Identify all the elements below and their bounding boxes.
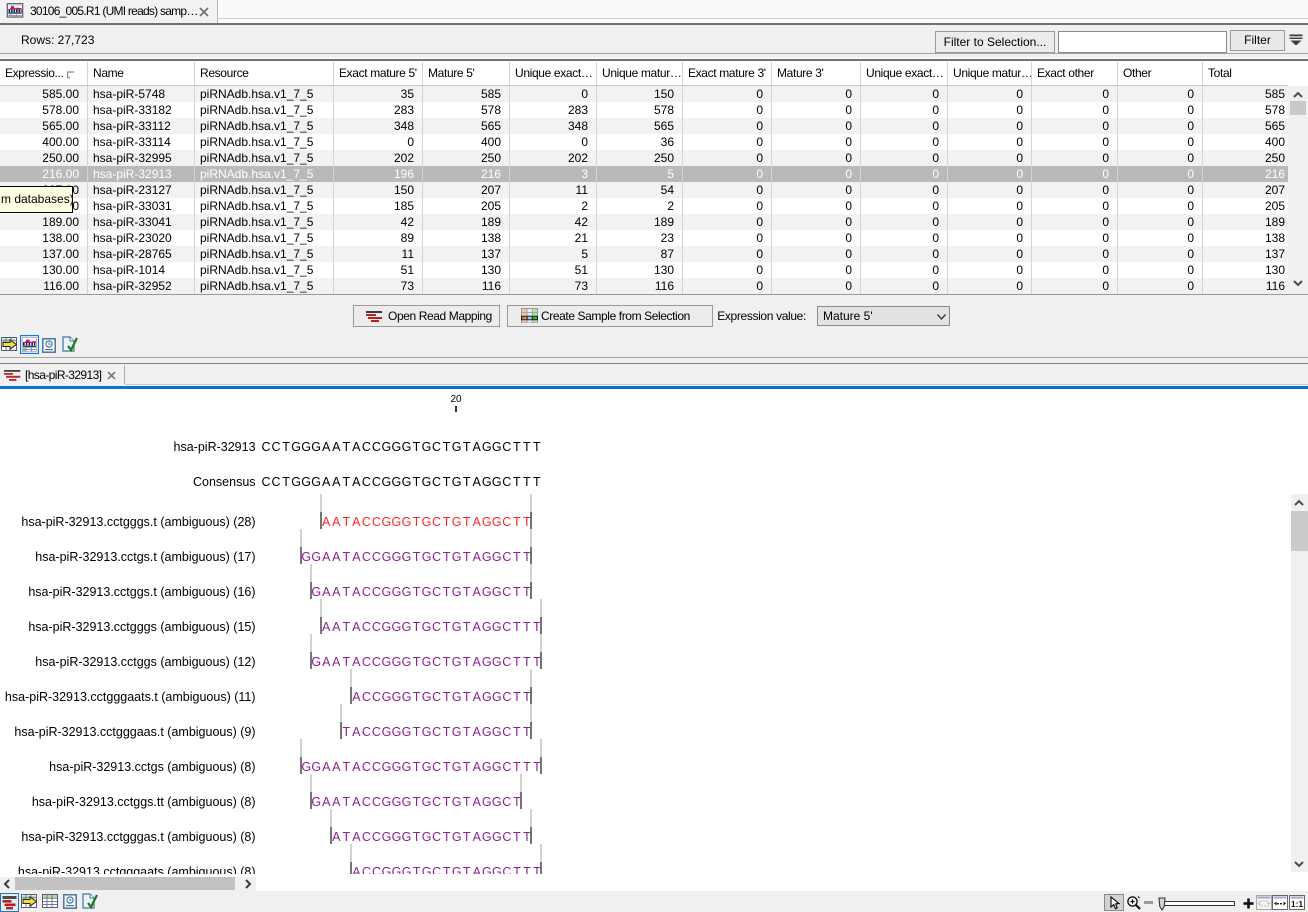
svg-text:1:1: 1:1 [1291,899,1304,909]
